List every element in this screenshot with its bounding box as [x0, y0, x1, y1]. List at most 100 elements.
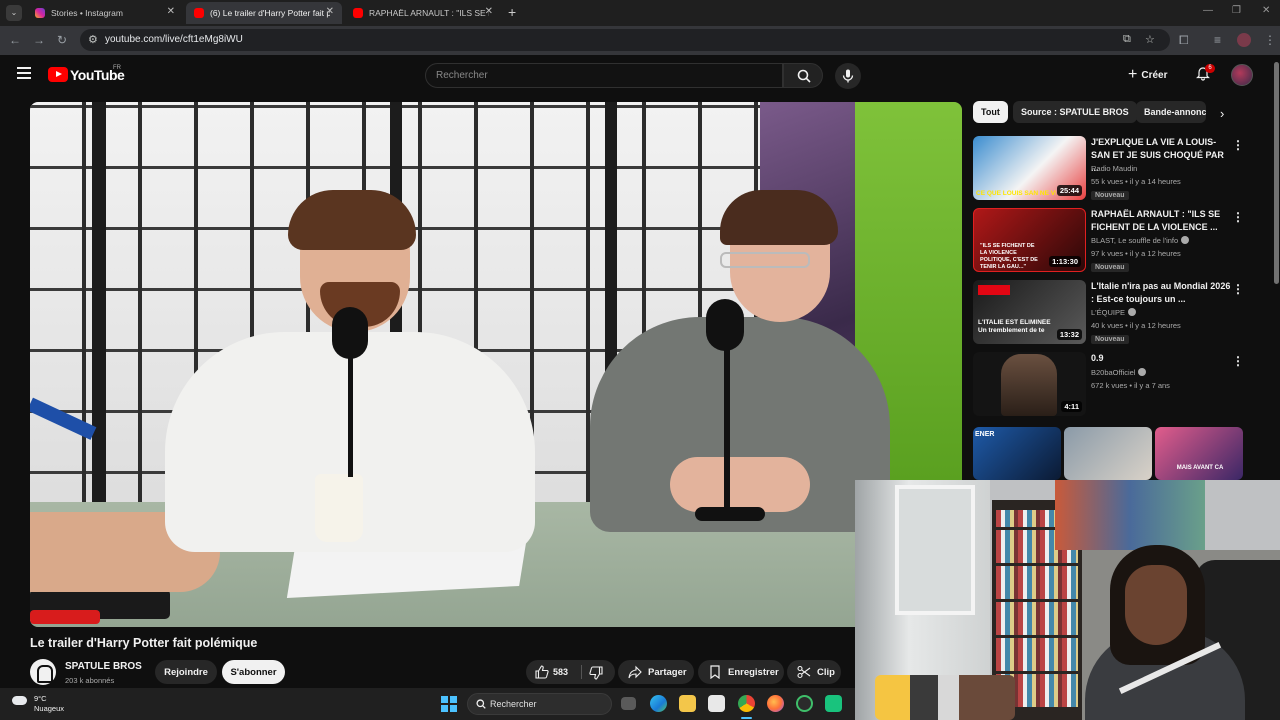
- maximize-icon[interactable]: ❐: [1232, 5, 1241, 16]
- clip-label: Clip: [817, 666, 835, 678]
- subscribe-button[interactable]: S'abonner: [222, 660, 285, 684]
- close-tab-icon[interactable]: ✕: [326, 6, 334, 17]
- tab-title: Stories • Instagram: [51, 8, 123, 18]
- save-button[interactable]: Enregistrer: [698, 660, 784, 684]
- thumbnail-caption: "ILS SE FICHENT DE LA VIOLENCE POLITIQUE…: [980, 243, 1038, 270]
- save-label: Enregistrer: [728, 666, 779, 678]
- extensions-icon[interactable]: ⧠: [1179, 33, 1189, 48]
- close-window-icon[interactable]: ✕: [1262, 5, 1270, 16]
- weather-condition: Nuageux: [34, 704, 65, 713]
- tab-title: RAPHAËL ARNAULT : "ILS SE FIC: [369, 8, 489, 18]
- youtube-logo-icon[interactable]: [48, 67, 68, 82]
- search-input[interactable]: Rechercher: [425, 63, 783, 88]
- xbox-app-icon[interactable]: [796, 695, 813, 712]
- person-right-hair: [720, 190, 838, 245]
- recommended-video[interactable]: 4:11 0.9 B20baOfficiel 672 k vues • il y…: [973, 352, 1253, 416]
- tab-list-dropdown[interactable]: ⌄: [6, 5, 22, 21]
- chip-all[interactable]: Tout: [973, 101, 1008, 123]
- address-bar[interactable]: ⚙ youtube.com/live/cft1eMg8iWU ⧉ ☆: [80, 29, 1170, 51]
- channel-avatar[interactable]: [30, 659, 56, 685]
- browser-tab-instagram[interactable]: Stories • Instagram ✕: [27, 2, 183, 24]
- voice-search-button[interactable]: [835, 63, 861, 89]
- video-meta: 55 k vues • il y a 14 heures: [1091, 177, 1181, 186]
- country-code: FR: [113, 65, 121, 71]
- dislike-thumb-icon[interactable]: [589, 666, 603, 680]
- recommended-video[interactable]: "ILS SE FICHENT DE LA VIOLENCE POLITIQUE…: [973, 208, 1253, 272]
- chrome-browser-icon[interactable]: [738, 695, 755, 712]
- cloud-icon: [12, 696, 27, 705]
- user-avatar[interactable]: [1231, 64, 1253, 86]
- clip-button[interactable]: Clip: [787, 660, 841, 684]
- posters-wall: [1055, 480, 1205, 550]
- channel-line: L'ÉQUIPE: [1091, 308, 1136, 317]
- forward-icon[interactable]: →: [33, 33, 45, 47]
- scrollbar-thumb[interactable]: [1274, 62, 1279, 284]
- close-tab-icon[interactable]: ✕: [167, 6, 175, 17]
- more-options-icon[interactable]: ⋮: [1232, 354, 1244, 368]
- task-view-icon[interactable]: [621, 697, 636, 710]
- media-control-icon[interactable]: ≡: [1214, 33, 1221, 47]
- short-thumbnail[interactable]: [1064, 427, 1152, 480]
- recommended-video[interactable]: CE QUE LOUIS SAN NE VEUT 25:44 J'EXPLIQU…: [973, 136, 1253, 200]
- video-thumbnail[interactable]: L'ITALIE EST ÉLIMINÉE Un tremblement de …: [973, 280, 1086, 344]
- plus-icon: +: [1128, 66, 1138, 83]
- video-title[interactable]: L'Italie n'ira pas au Mondial 2026 : Est…: [1091, 280, 1231, 306]
- video-thumbnail[interactable]: 4:11: [973, 352, 1086, 416]
- reload-icon[interactable]: ↻: [57, 33, 67, 47]
- new-tab-button[interactable]: +: [508, 4, 516, 20]
- join-button[interactable]: Rejoindre: [155, 660, 217, 684]
- cast-icon[interactable]: ⧉: [1123, 33, 1131, 46]
- search-button[interactable]: [783, 63, 823, 88]
- windows-taskbar: 9°C Nuageux Rechercher: [0, 688, 855, 720]
- channel-name[interactable]: SPATULE BROS: [65, 661, 142, 672]
- hands-right: [670, 457, 810, 512]
- video-title[interactable]: 0.9: [1091, 352, 1231, 365]
- window-frame: [895, 485, 975, 615]
- site-info-icon[interactable]: ⚙: [88, 33, 98, 46]
- taskbar-search-input[interactable]: Rechercher: [467, 693, 612, 715]
- more-options-icon[interactable]: ⋮: [1232, 210, 1244, 224]
- back-icon[interactable]: ←: [9, 33, 21, 47]
- edge-browser-icon[interactable]: [650, 695, 667, 712]
- like-thumb-icon[interactable]: [535, 665, 549, 679]
- windows-start-icon[interactable]: [441, 696, 457, 712]
- channel-logo-tag: [978, 285, 1010, 295]
- video-thumbnail[interactable]: CE QUE LOUIS SAN NE VEUT 25:44: [973, 136, 1086, 200]
- video-thumbnail[interactable]: "ILS SE FICHENT DE LA VIOLENCE POLITIQUE…: [973, 208, 1086, 272]
- share-label: Partager: [648, 666, 687, 678]
- short-thumbnail[interactable]: MAIS AVANT CA: [1155, 427, 1243, 480]
- channel-name[interactable]: BLAST, Le souffle de l'info: [1091, 236, 1178, 245]
- create-button[interactable]: + Créer: [1128, 63, 1178, 87]
- new-badge: Nouveau: [1091, 263, 1129, 272]
- app-icon-green[interactable]: [825, 695, 842, 712]
- chip-source[interactable]: Source : SPATULE BROS: [1013, 101, 1137, 123]
- channel-name[interactable]: L'ÉQUIPE: [1091, 308, 1125, 317]
- browser-tab-youtube-video[interactable]: (6) Le trailer d'Harry Potter fait p ✕: [186, 2, 342, 24]
- channel-line: B20baOfficiel: [1091, 368, 1147, 377]
- active-app-indicator: [741, 717, 752, 719]
- browser-tab-raphael-arnault[interactable]: RAPHAËL ARNAULT : "ILS SE FIC ✕: [345, 2, 501, 24]
- more-options-icon[interactable]: ⋮: [1232, 282, 1244, 296]
- microsoft-store-icon[interactable]: [708, 695, 725, 712]
- short-thumbnail[interactable]: ENER: [973, 427, 1061, 480]
- profile-icon[interactable]: [1237, 33, 1251, 47]
- close-tab-icon[interactable]: ✕: [485, 6, 493, 17]
- video-title[interactable]: RAPHAËL ARNAULT : "ILS SE FICHENT DE LA …: [1091, 208, 1231, 234]
- chip-trailers[interactable]: Bande-annonc: [1136, 101, 1206, 123]
- channel-name[interactable]: B20baOfficiel: [1091, 368, 1135, 377]
- more-options-icon[interactable]: ⋮: [1232, 138, 1244, 152]
- recommended-video[interactable]: L'ITALIE EST ÉLIMINÉE Un tremblement de …: [973, 280, 1253, 344]
- bookmark-star-icon[interactable]: ☆: [1145, 33, 1155, 46]
- file-explorer-icon[interactable]: [679, 695, 696, 712]
- browser-menu-icon[interactable]: ⋮: [1264, 33, 1276, 47]
- share-button[interactable]: Partager: [618, 660, 694, 684]
- mic-stand-right: [724, 347, 730, 507]
- channel-name[interactable]: Radio Maudin: [1091, 164, 1137, 173]
- hamburger-menu-icon[interactable]: [17, 67, 31, 79]
- minimize-icon[interactable]: —: [1203, 5, 1213, 16]
- video-player[interactable]: [30, 102, 962, 627]
- chips-next-chevron-icon[interactable]: ›: [1220, 106, 1224, 121]
- video-duration: 1:13:30: [1049, 256, 1081, 267]
- firefox-browser-icon[interactable]: [767, 695, 784, 712]
- browser-toolbar: ← → ↻ ⚙ youtube.com/live/cft1eMg8iWU ⧉ ☆…: [0, 26, 1280, 55]
